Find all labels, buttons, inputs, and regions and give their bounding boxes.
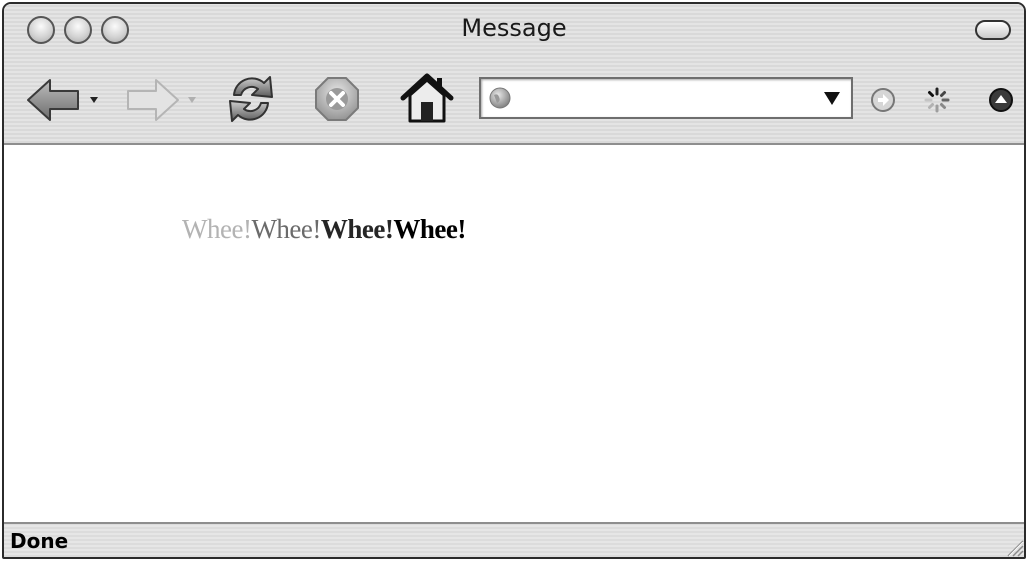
whee-segment-3: Whee! bbox=[320, 214, 394, 244]
globe-icon bbox=[489, 87, 511, 109]
whee-segment-1: Whee! bbox=[182, 214, 252, 244]
toolbar-toggle-button[interactable] bbox=[975, 20, 1011, 40]
address-bar[interactable] bbox=[479, 77, 853, 119]
title-bar: Message bbox=[4, 4, 1024, 56]
whee-segment-4: Whee! bbox=[393, 214, 466, 244]
back-arrow-icon bbox=[27, 79, 98, 121]
go-button[interactable] bbox=[870, 87, 896, 113]
throbber bbox=[923, 86, 951, 114]
home-icon bbox=[400, 73, 454, 123]
browser-window: Message Whee!Whee!Whee!Whee! Done bbox=[2, 2, 1026, 559]
stop-button[interactable] bbox=[314, 76, 360, 122]
navigation-toolbar bbox=[4, 59, 1024, 143]
menu-icon bbox=[989, 88, 1013, 112]
stop-icon bbox=[315, 77, 359, 121]
menu-button[interactable] bbox=[988, 87, 1014, 113]
go-icon bbox=[871, 88, 895, 112]
throbber-icon bbox=[924, 87, 950, 113]
back-button[interactable] bbox=[26, 77, 108, 123]
url-input[interactable] bbox=[519, 83, 809, 113]
forward-arrow-icon bbox=[127, 79, 196, 121]
reload-button[interactable] bbox=[226, 73, 276, 125]
window-title: Message bbox=[461, 14, 567, 42]
forward-button[interactable] bbox=[124, 77, 206, 123]
whee-text-line: Whee!Whee!Whee!Whee! bbox=[182, 214, 466, 245]
page-content: Whee!Whee!Whee!Whee! bbox=[4, 145, 1024, 526]
reload-icon bbox=[229, 76, 273, 122]
status-text: Done bbox=[10, 529, 69, 553]
resize-grip-icon[interactable] bbox=[1000, 527, 1024, 557]
whee-segment-2: Whee! bbox=[251, 214, 321, 244]
browser-chrome: Message bbox=[4, 4, 1024, 145]
status-bar: Done bbox=[4, 522, 1024, 557]
dropdown-arrow-icon[interactable] bbox=[823, 90, 841, 106]
home-button[interactable] bbox=[399, 72, 455, 124]
